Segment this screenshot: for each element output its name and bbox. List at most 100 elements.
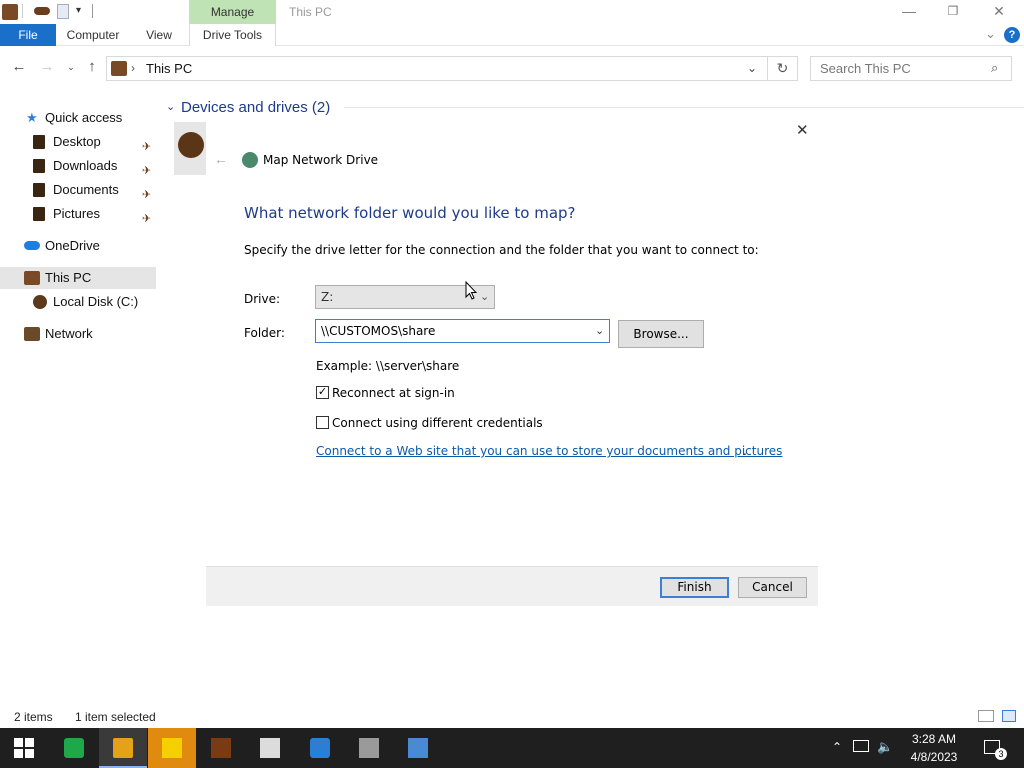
tab-computer[interactable]: Computer: [60, 24, 126, 46]
forward-button[interactable]: →: [38, 58, 56, 76]
properties-icon[interactable]: [34, 7, 50, 15]
new-folder-icon[interactable]: [57, 4, 69, 19]
recent-locations-button[interactable]: ⌄: [62, 58, 80, 76]
taskbar-sticky-notes[interactable]: [148, 728, 196, 768]
downloads-icon: [33, 159, 45, 173]
search-box[interactable]: Search This PC ⌕: [810, 56, 1012, 81]
item-count: 2 items: [14, 710, 53, 724]
drive-label: Drive:: [244, 292, 281, 306]
map-network-drive-dialog: ✕ ← Map Network Drive What network folde…: [206, 116, 818, 606]
document-icon: [408, 738, 428, 758]
selection-count: 1 item selected: [75, 710, 156, 724]
nav-item-documents[interactable]: Documents ✈: [0, 179, 156, 201]
reconnect-checkbox[interactable]: ✓: [316, 386, 329, 399]
tab-file[interactable]: File: [0, 24, 56, 46]
desktop-icon: [33, 135, 45, 149]
media-icon: [211, 738, 231, 758]
divider: [92, 4, 93, 18]
volume-muted-icon[interactable]: 🔈: [877, 739, 893, 755]
credentials-label[interactable]: Connect using different credentials: [332, 416, 543, 430]
address-bar[interactable]: › This PC ⌄: [106, 56, 768, 81]
nav-label: Network: [45, 326, 93, 341]
nav-item-desktop[interactable]: Desktop ✈: [0, 131, 156, 153]
tab-view[interactable]: View: [136, 24, 182, 46]
details-view-icon[interactable]: [978, 710, 994, 722]
folder-label: Folder:: [244, 326, 285, 340]
context-tab-manage[interactable]: Manage: [189, 0, 276, 24]
app-icon[interactable]: [2, 4, 18, 20]
help-icon[interactable]: ?: [1004, 27, 1020, 43]
start-button[interactable]: [0, 728, 48, 768]
search-icon[interactable]: ⌕: [991, 60, 998, 76]
taskbar-calculator-app[interactable]: [246, 728, 294, 768]
nav-item-downloads[interactable]: Downloads ✈: [0, 155, 156, 177]
cancel-button[interactable]: Cancel: [738, 577, 807, 598]
breadcrumb-this-pc[interactable]: This PC: [146, 61, 192, 76]
refresh-button[interactable]: ↻: [768, 56, 798, 81]
taskbar-spreadsheet-app[interactable]: [50, 728, 98, 768]
dialog-back-button[interactable]: ←: [214, 151, 228, 167]
website-link-period: .: [743, 444, 747, 458]
customize-quick-access-icon[interactable]: ▾: [76, 5, 81, 16]
tab-drive-tools[interactable]: Drive Tools: [189, 24, 276, 46]
finish-button[interactable]: Finish: [660, 577, 729, 598]
back-button[interactable]: ←: [10, 58, 28, 76]
group-divider: [344, 107, 1024, 108]
up-button[interactable]: ↑: [83, 58, 101, 76]
nav-label: Pictures: [53, 206, 100, 221]
folder-input[interactable]: \\CUSTOMOS\share ⌄: [315, 319, 610, 343]
website-link[interactable]: Connect to a Web site that you can use t…: [316, 444, 782, 458]
computer-icon: [24, 271, 40, 285]
nav-item-local-disk[interactable]: Local Disk (C:): [0, 291, 156, 313]
breadcrumb-separator[interactable]: ›: [131, 61, 135, 75]
pictures-icon: [33, 207, 45, 221]
drive-tile[interactable]: [174, 122, 206, 175]
group-collapse-icon[interactable]: ⌄: [166, 100, 175, 113]
browse-button[interactable]: Browse...: [618, 320, 704, 348]
this-pc-icon: [111, 61, 127, 76]
group-header[interactable]: Devices and drives (2): [181, 99, 330, 116]
close-button[interactable]: ✕: [976, 0, 1022, 24]
nav-label: Local Disk (C:): [53, 294, 139, 309]
nav-label: Desktop: [53, 134, 101, 149]
clock-time[interactable]: 3:28 AM: [910, 732, 958, 746]
taskbar-server-app[interactable]: [345, 728, 393, 768]
nav-item-network[interactable]: Network: [0, 323, 156, 345]
clock-date[interactable]: 4/8/2023: [906, 750, 962, 764]
ribbon-expand-icon[interactable]: ⌄: [985, 26, 996, 42]
large-icons-view-icon[interactable]: [1002, 710, 1016, 722]
network-tool-icon: [310, 738, 330, 758]
dialog-instruction: Specify the drive letter for the connect…: [244, 243, 759, 257]
dialog-close-icon[interactable]: ✕: [796, 121, 809, 139]
maximize-button[interactable]: ❐: [930, 0, 976, 24]
address-dropdown-icon[interactable]: ⌄: [747, 61, 757, 75]
navigation-pane: ★ Quick access Desktop ✈ Downloads ✈ Doc…: [0, 104, 156, 704]
pin-icon[interactable]: ✈: [142, 208, 151, 230]
taskbar-media-app[interactable]: [197, 728, 245, 768]
taskbar-network-app[interactable]: [296, 728, 344, 768]
sticky-note-icon: [162, 738, 182, 758]
nav-item-pictures[interactable]: Pictures ✈: [0, 203, 156, 225]
credentials-checkbox[interactable]: [316, 416, 329, 429]
nav-item-quick-access[interactable]: ★ Quick access: [0, 107, 156, 129]
windows-logo-icon: [14, 738, 34, 758]
drive-select-value: Z:: [321, 290, 334, 304]
server-icon: [359, 738, 379, 758]
ribbon-tabs: File Computer View Drive Tools ⌄ ?: [0, 24, 1024, 46]
documents-icon: [33, 183, 45, 197]
dialog-heading: What network folder would you like to ma…: [244, 204, 576, 222]
nav-item-this-pc[interactable]: This PC: [0, 267, 156, 289]
taskbar-document-app[interactable]: [394, 728, 442, 768]
search-input[interactable]: Search This PC: [820, 61, 911, 76]
network-status-icon[interactable]: [853, 740, 869, 752]
chevron-down-icon: ⌄: [480, 290, 490, 303]
nav-label: OneDrive: [45, 238, 100, 253]
nav-item-onedrive[interactable]: OneDrive: [0, 235, 156, 257]
reconnect-label[interactable]: Reconnect at sign-in: [332, 386, 455, 400]
cloud-icon: [24, 241, 40, 250]
taskbar-file-explorer[interactable]: [99, 728, 147, 768]
minimize-button[interactable]: —: [886, 0, 932, 24]
chevron-down-icon[interactable]: ⌄: [595, 320, 604, 342]
nav-label: Quick access: [45, 110, 123, 125]
show-hidden-icons-icon[interactable]: ⌃: [832, 740, 842, 754]
